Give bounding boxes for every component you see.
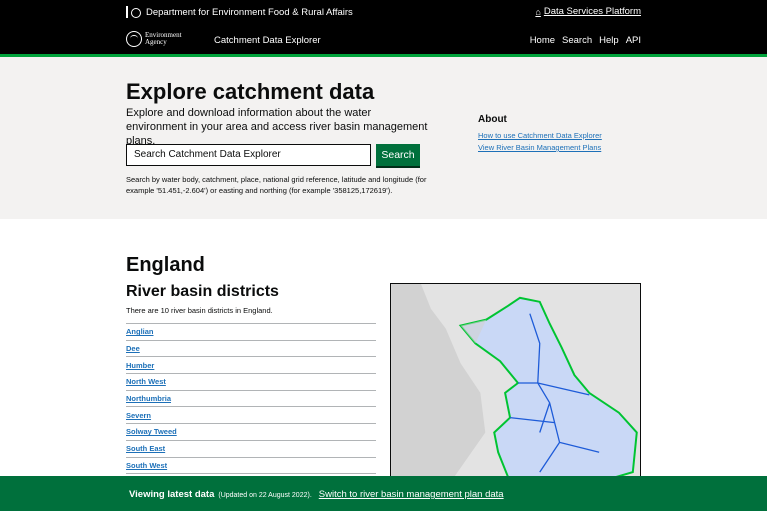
service-header: Environment Agency Catchment Data Explor… — [0, 24, 767, 57]
department-name: Department for Environment Food & Rural … — [146, 6, 353, 18]
districts-count: There are 10 river basin districts in En… — [126, 306, 273, 315]
search-input[interactable]: Search Catchment Data Explorer — [126, 144, 371, 166]
list-item: Humber — [126, 357, 376, 375]
england-heading: England — [126, 254, 205, 276]
hero-section: Explore catchment data Explore and downl… — [0, 57, 767, 219]
district-link-anglian[interactable]: Anglian — [126, 327, 154, 336]
district-link-humber[interactable]: Humber — [126, 361, 154, 370]
home-icon: ⌂ — [535, 6, 541, 17]
government-top-bar: Department for Environment Food & Rural … — [0, 0, 767, 24]
banner-status: Viewing latest data — [129, 489, 215, 500]
map-graphic — [391, 284, 640, 482]
districts-list: Anglian Dee Humber North West Northumbri… — [126, 323, 376, 475]
service-name-link[interactable]: Catchment Data Explorer — [214, 35, 321, 46]
list-item: Northumbria — [126, 391, 376, 408]
switch-data-link[interactable]: Switch to river basin management plan da… — [319, 489, 504, 500]
district-link-south-west[interactable]: South West — [126, 461, 167, 470]
view-rbmp-link[interactable]: View River Basin Management Plans — [478, 143, 602, 152]
about-panel: About How to use Catchment Data Explorer… — [478, 114, 602, 155]
page-title: Explore catchment data — [126, 79, 375, 104]
department-link[interactable]: Department for Environment Food & Rural … — [126, 6, 353, 18]
search-button[interactable]: Search — [376, 144, 420, 166]
data-services-platform-link[interactable]: ⌂ Data Services Platform — [535, 6, 641, 17]
platform-link-label: Data Services Platform — [543, 6, 641, 17]
logo-text-line-2: Agency — [145, 38, 167, 46]
how-to-use-link[interactable]: How to use Catchment Data Explorer — [478, 131, 602, 140]
search-hint: Search by water body, catchment, place, … — [126, 175, 427, 195]
list-item: Dee — [126, 341, 376, 358]
river-basin-districts-heading: River basin districts — [126, 283, 279, 300]
lead-paragraph: Explore and download information about t… — [126, 107, 428, 147]
list-item: South West — [126, 458, 376, 475]
list-item: Severn — [126, 407, 376, 425]
data-version-banner: Viewing latest data (Updated on 22 Augus… — [0, 476, 767, 511]
list-item: South East — [126, 441, 376, 458]
list-item: North West — [126, 374, 376, 391]
banner-updated: (Updated on 22 August 2022). — [218, 492, 312, 499]
district-link-northumbria[interactable]: Northumbria — [126, 394, 171, 403]
list-item: Anglian — [126, 324, 376, 341]
list-item: Solway Tweed — [126, 424, 376, 441]
logo-text: Environment Agency — [145, 32, 182, 46]
district-link-south-east[interactable]: South East — [126, 444, 165, 453]
district-link-severn[interactable]: Severn — [126, 411, 151, 420]
nav-api[interactable]: API — [626, 35, 641, 46]
district-link-solway-tweed[interactable]: Solway Tweed — [126, 427, 177, 436]
environment-agency-logo[interactable]: Environment Agency — [126, 31, 182, 47]
royal-crest-icon — [126, 6, 141, 18]
nav-search[interactable]: Search — [562, 35, 592, 46]
environment-agency-logo-icon — [126, 31, 142, 47]
district-link-dee[interactable]: Dee — [126, 344, 140, 353]
river-basin-map[interactable] — [390, 283, 641, 483]
district-link-north-west[interactable]: North West — [126, 377, 166, 386]
nav-help[interactable]: Help — [599, 35, 619, 46]
about-title: About — [478, 114, 507, 125]
nav-home[interactable]: Home — [530, 35, 555, 46]
main-nav: Home Search Help API — [530, 35, 641, 46]
